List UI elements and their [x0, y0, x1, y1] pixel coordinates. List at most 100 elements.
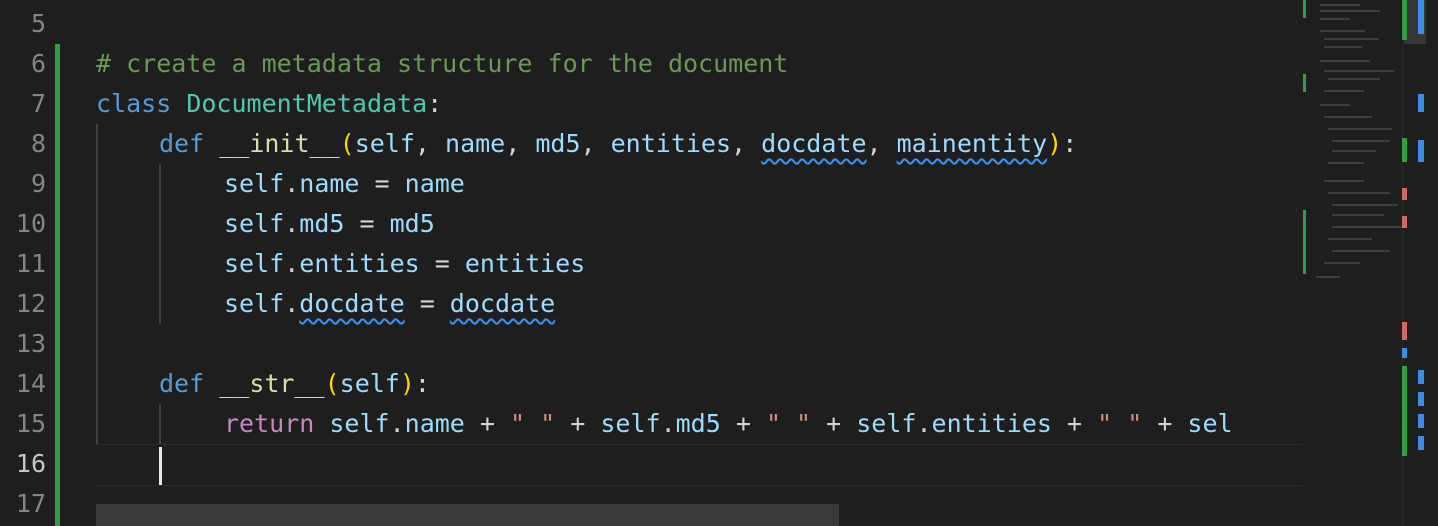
minimap-git-indicator: [1303, 0, 1306, 18]
minimap-git-indicator: [1303, 74, 1306, 92]
minimap[interactable]: [1302, 0, 1402, 526]
separator-token: ,: [505, 129, 536, 158]
dot-token: .: [916, 409, 932, 438]
code-line-6: # create a metadata structure for the do…: [96, 44, 788, 84]
code-line-12: self.docdate = docdate: [224, 284, 555, 324]
param-token: md5: [535, 129, 581, 158]
ruler-info-marker: [1418, 414, 1424, 428]
line-number: 17: [15, 489, 46, 518]
colon-token: :: [427, 89, 443, 118]
line-number: 10: [15, 209, 46, 238]
dot-token: .: [284, 209, 300, 238]
indent-guide: [159, 164, 161, 324]
self-token: self: [224, 169, 285, 198]
self-token: self: [329, 409, 390, 438]
ruler-info-marker: [1418, 0, 1424, 34]
minimap-git-indicator: [1303, 210, 1306, 274]
assign-token: =: [344, 209, 390, 238]
active-line-number: 16: [15, 449, 46, 478]
plus-token: +: [555, 409, 601, 438]
class-name-token: DocumentMetadata: [186, 89, 428, 118]
separator-token: ,: [414, 129, 446, 158]
return-keyword-token: return: [224, 409, 315, 438]
self-token: self: [600, 409, 661, 438]
ruler-error-marker: [1402, 188, 1407, 200]
text-cursor-icon: [159, 447, 162, 485]
indent-guide: [159, 404, 161, 444]
self-token: self: [224, 249, 285, 278]
paren-token: (: [324, 369, 340, 398]
line-number: 15: [15, 409, 46, 438]
assign-token: =: [359, 169, 405, 198]
line-number: 7: [30, 89, 46, 118]
dot-token: .: [660, 409, 676, 438]
code-area[interactable]: # create a metadata structure for the do…: [96, 0, 1302, 526]
horizontal-scrollbar[interactable]: [96, 504, 839, 526]
keyword-token: class: [96, 89, 172, 118]
colon-token: :: [1062, 129, 1078, 158]
ruler-added-marker: [1402, 366, 1407, 456]
code-line-8: def __init__(self, name, md5, entities, …: [159, 124, 1077, 164]
ruler-info-marker: [1418, 436, 1424, 450]
self-token: self: [224, 289, 285, 318]
ruler-info-marker: [1418, 140, 1424, 162]
line-number: 14: [15, 369, 46, 398]
dot-token: .: [284, 249, 300, 278]
value-token: name: [404, 169, 465, 198]
assign-token: =: [419, 249, 465, 278]
param-token-warning[interactable]: docdate: [761, 129, 866, 158]
code-editor[interactable]: 5 6 7 8 9 10 11 12 13 14 15 16 17 # crea…: [0, 0, 1438, 526]
param-token: self: [339, 369, 400, 398]
line-number: 6: [30, 49, 46, 78]
keyword-token: def: [159, 129, 205, 158]
attribute-token: name: [299, 169, 360, 198]
plus-token: +: [1142, 409, 1188, 438]
comment-token: # create a metadata structure for the do…: [96, 49, 789, 78]
code-line-11: self.entities = entities: [224, 244, 585, 284]
value-token-warning[interactable]: docdate: [450, 289, 555, 318]
ruler-info-marker: [1418, 370, 1424, 384]
param-token: name: [445, 129, 506, 158]
plus-token: +: [464, 409, 511, 438]
dot-token: .: [284, 289, 300, 318]
paren-token: ): [1047, 129, 1063, 158]
string-token: " ": [765, 409, 812, 438]
function-name-token: __str__: [219, 369, 325, 398]
dot-token: .: [284, 169, 300, 198]
line-number: 11: [15, 249, 46, 278]
param-token: entities: [610, 129, 732, 158]
ruler-info-marker: [1402, 348, 1407, 358]
plus-token: +: [720, 409, 766, 438]
code-line-15: return self.name + " " + self.md5 + " " …: [224, 404, 1233, 444]
code-line-7: class DocumentMetadata:: [96, 84, 442, 124]
attribute-token: name: [404, 409, 465, 438]
self-token: self: [224, 209, 285, 238]
param-token-warning[interactable]: mainentity: [897, 129, 1048, 158]
ruler-info-marker: [1418, 94, 1424, 112]
plus-token: +: [811, 409, 857, 438]
code-line-10: self.md5 = md5: [224, 204, 435, 244]
attribute-token: entities: [931, 409, 1052, 438]
code-line-9: self.name = name: [224, 164, 465, 204]
dot-token: .: [389, 409, 405, 438]
line-number: 12: [15, 289, 46, 318]
keyword-token: def: [159, 369, 205, 398]
value-token: md5: [389, 209, 435, 238]
attribute-token: entities: [299, 249, 420, 278]
param-token: self: [354, 129, 415, 158]
function-name-token: __init__: [219, 129, 340, 158]
string-token: " ": [1097, 409, 1143, 438]
string-token: " ": [510, 409, 556, 438]
assign-token: =: [404, 289, 450, 318]
ruler-added-marker: [1402, 0, 1407, 40]
indent-guide: [96, 124, 98, 444]
ruler-error-marker: [1402, 216, 1407, 228]
attribute-token-warning[interactable]: docdate: [299, 289, 404, 318]
colon-token: :: [414, 369, 430, 398]
code-line-14: def __str__(self):: [159, 364, 430, 404]
line-number-gutter: 5 6 7 8 9 10 11 12 13 14 15 16 17: [0, 0, 58, 526]
separator-token: ,: [731, 129, 762, 158]
line-number: 5: [30, 9, 46, 38]
line-number: 9: [30, 169, 46, 198]
separator-token: ,: [866, 129, 897, 158]
